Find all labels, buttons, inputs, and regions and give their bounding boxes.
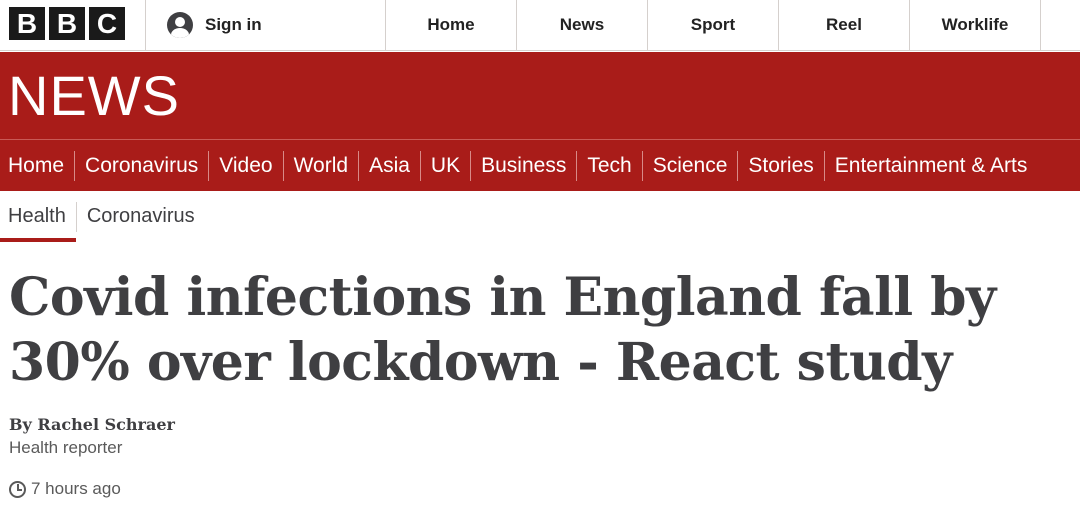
- section-nav-asia[interactable]: Asia: [359, 150, 421, 181]
- section-nav: Home Coronavirus Video World Asia UK Bus…: [0, 139, 1080, 191]
- subnav-health[interactable]: Health: [0, 200, 76, 242]
- subnav-coronavirus[interactable]: Coronavirus: [77, 200, 205, 242]
- divider: [145, 0, 146, 51]
- section-nav-science[interactable]: Science: [643, 150, 739, 181]
- topnav-sport[interactable]: Sport: [648, 0, 778, 51]
- section-nav-video[interactable]: Video: [209, 150, 284, 181]
- topnav-home[interactable]: Home: [386, 0, 516, 51]
- bbc-logo-letter: C: [89, 7, 125, 40]
- topnav-news[interactable]: News: [517, 0, 647, 51]
- section-nav-entertainment[interactable]: Entertainment & Arts: [825, 151, 1038, 181]
- bbc-logo-letter: B: [9, 7, 45, 40]
- bbc-logo[interactable]: B B C: [9, 7, 125, 40]
- byline-author: By Rachel Schraer: [9, 415, 175, 434]
- section-nav-tech[interactable]: Tech: [577, 150, 643, 181]
- user-avatar-icon: [167, 12, 193, 38]
- section-nav-coronavirus[interactable]: Coronavirus: [75, 150, 210, 181]
- article-timestamp: 7 hours ago: [9, 479, 121, 499]
- sub-nav: Health Coronavirus: [0, 200, 205, 242]
- news-banner: NEWS: [0, 52, 1080, 139]
- timestamp-label: 7 hours ago: [31, 479, 121, 498]
- divider: [1040, 0, 1041, 51]
- section-nav-uk[interactable]: UK: [421, 150, 472, 181]
- article-headline: Covid infections in England fall by 30% …: [9, 267, 996, 393]
- sign-in-button[interactable]: Sign in: [167, 10, 262, 40]
- sign-in-label: Sign in: [205, 15, 262, 34]
- news-wordmark[interactable]: NEWS: [8, 66, 180, 126]
- topnav-reel[interactable]: Reel: [779, 0, 909, 51]
- section-nav-business[interactable]: Business: [471, 150, 578, 181]
- section-nav-home[interactable]: Home: [0, 150, 76, 181]
- bbc-logo-letter: B: [49, 7, 85, 40]
- section-nav-world[interactable]: World: [284, 150, 360, 181]
- topnav-worklife[interactable]: Worklife: [910, 0, 1040, 51]
- section-nav-stories[interactable]: Stories: [738, 150, 825, 181]
- clock-icon: [9, 480, 26, 498]
- global-header: B B C Sign in Home News Sport Reel Workl…: [0, 0, 1080, 51]
- byline-role: Health reporter: [9, 438, 123, 457]
